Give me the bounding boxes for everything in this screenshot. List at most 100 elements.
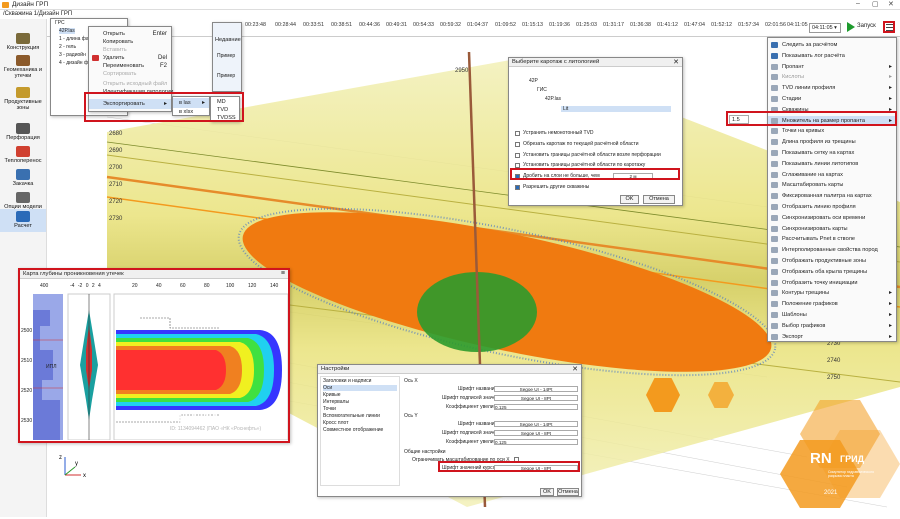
logo-brand: RN [810,450,832,467]
view-menu-item[interactable]: Следить за расчётом [768,40,896,50]
view-menu-item[interactable]: Рассчитывать Pnet в стволе [768,234,896,244]
maximize-button[interactable]: ▢ [872,0,879,8]
view-menu-item[interactable]: Показывать лог расчёта [768,51,896,61]
checkbox[interactable] [515,142,520,147]
sidebar-item-injection[interactable]: Закачка [0,169,46,187]
view-menu-item[interactable]: Кислоты ▸ [768,72,896,82]
depth-label: 2730 [109,216,123,222]
depth-label: 2720 [109,199,123,205]
sidebar-item-calculation[interactable]: Расчет [0,209,46,232]
timeline-tick: 00:33:51 [303,22,324,28]
sidebar-item-productive-zones[interactable]: Продуктивные зоны [0,87,46,111]
cancel-button[interactable]: Отмена [643,195,675,204]
checkbox[interactable] [515,131,520,136]
close-icon[interactable]: ✕ [673,58,679,66]
tree-item[interactable]: 3 - радиойн [59,52,86,58]
setting-value[interactable]: Segoe UI - 8Pt [494,430,578,436]
close-icon[interactable]: ✕ [572,365,578,373]
settings-tree-item[interactable]: Заголовки и надписи [323,378,371,384]
timeline-tick: 00:49:31 [386,22,407,28]
view-menu-item[interactable]: Шаблоны ▸ [768,310,896,320]
chevron-right-icon: ▸ [888,312,892,318]
view-menu-item[interactable]: Положение графиков ▸ [768,299,896,309]
axis-top-label: 2950 [455,68,469,74]
tree-node-selected[interactable]: Lit [561,106,671,112]
menu-icon[interactable]: ≡ [281,270,285,277]
view-menu-item[interactable]: TVD линии профиля ▸ [768,83,896,93]
tree-node[interactable]: ГИС [537,87,547,93]
tree-item[interactable]: ГРС [55,20,65,26]
rn-grid-logo: RN ГРИД Симулятор гидравлического разрыв… [780,400,900,517]
panel-title: Карта глубины проникновения утечек [20,270,288,279]
settings-tree-item[interactable]: Совместное отображение [323,427,383,433]
timeline-tick: 01:31:17 [603,22,624,28]
highlight-cursor-font [438,461,580,472]
view-menu-item[interactable]: Фиксированная палитра на картах [768,191,896,201]
depth-label: 2750 [827,375,841,381]
view-menu-item[interactable]: Синхронизировать оси времени [768,213,896,223]
menu-item-icon [771,150,778,156]
menu-item-icon [771,193,778,200]
settings-tree: Заголовки и надписи Оси Кривые Интервалы… [320,376,400,486]
tree-node[interactable]: 42Р [529,78,538,84]
settings-tree-item[interactable]: Интервалы [323,399,349,405]
setting-value[interactable]: Segoe UI - 14Pt [494,421,578,427]
menu-item-icon [771,322,778,329]
sidebar-item-construction[interactable]: Конструкция [0,33,46,51]
chevron-right-icon: ▸ [888,301,892,308]
view-menu-item[interactable]: Экспорт ▸ [768,332,896,342]
sidebar-item-perforation[interactable]: Перфорация [0,123,46,141]
view-menu-item[interactable]: Выбор графиков ▸ [768,321,896,331]
view-menu-item[interactable]: Отобразить точку инициации [768,278,896,288]
cancel-button[interactable]: Отмена [557,488,579,496]
tree-item[interactable]: 2 - гель [59,44,76,50]
setting-value[interactable]: Segoe UI - 8Pt [494,395,578,401]
view-menu-item[interactable]: Синхронизировать карты [768,224,896,234]
settings-tree-item[interactable]: Точки [323,406,336,412]
view-menu-item[interactable]: Интерполированные свойства пород [768,245,896,255]
ok-button[interactable]: OK [540,488,554,496]
timeline-bar[interactable]: 00:23:48 00:28:44 00:33:51 00:38:51 00:4… [47,19,900,37]
view-menu-item[interactable]: Показывать линии литотипов [768,159,896,169]
start-button[interactable]: Запуск [857,23,876,29]
view-menu-item[interactable]: Показывать сетку на картах [768,148,896,158]
view-menu-item[interactable]: Стадии ▸ [768,94,896,104]
tree-item[interactable]: 42Р.las [59,28,75,34]
recent-item[interactable]: Пример [217,73,235,79]
play-icon[interactable] [847,22,855,32]
minimize-button[interactable]: – [856,0,860,7]
recent-item[interactable]: Пример [217,53,235,59]
checkbox[interactable] [515,153,520,158]
sidebar-item-heat-transfer[interactable]: Теплоперенос [0,146,46,164]
settings-tree-item[interactable]: Оси [323,385,397,391]
view-menu-item[interactable]: Контуры трещины ▸ [768,288,896,298]
view-menu-item[interactable]: Масштабировать карты [768,180,896,190]
view-menu-item[interactable]: Точки на кривых [768,126,896,136]
sidebar-item-model-options[interactable]: Опции модели [0,192,46,210]
view-menu-item[interactable]: Сглаживание на картах [768,170,896,180]
ok-button[interactable]: OK [620,195,639,204]
menu-item-icon [771,247,778,254]
perforation-icon [16,123,30,134]
setting-value[interactable]: 0.125 [494,439,578,445]
chevron-right-icon: ▸ [888,290,892,297]
menu-item-icon [771,52,778,59]
checkbox-checked[interactable] [515,185,520,190]
tree-node[interactable]: 42P.las [545,96,561,102]
sidebar-item-geomechanics[interactable]: Геомеханика и утечки [0,55,46,79]
hamburger-icon[interactable] [883,21,895,33]
time-select[interactable]: 04:11:05 ▾ [809,23,841,33]
close-button[interactable]: ✕ [888,0,894,8]
setting-value[interactable]: 0.125 [494,404,578,410]
menu-item-icon [771,160,778,167]
settings-tree-item[interactable]: Вспомогательные линии [323,413,380,419]
view-menu-item[interactable]: Отображать оба крыла трещины [768,267,896,277]
menu-item-sort[interactable]: Сортировать [89,69,171,79]
view-menu-item[interactable]: Отобразить линию профиля [768,202,896,212]
view-menu-item[interactable]: Длина профиля из трещины [768,137,896,147]
setting-value[interactable]: Segoe UI - 14Pt [494,386,578,392]
settings-tree-item[interactable]: Кросс плот [323,420,349,426]
settings-tree-item[interactable]: Кривые [323,392,341,398]
view-menu-item[interactable]: Отображать продуктивные зоны [768,256,896,266]
view-menu-item[interactable]: Пропант ▸ [768,62,896,72]
